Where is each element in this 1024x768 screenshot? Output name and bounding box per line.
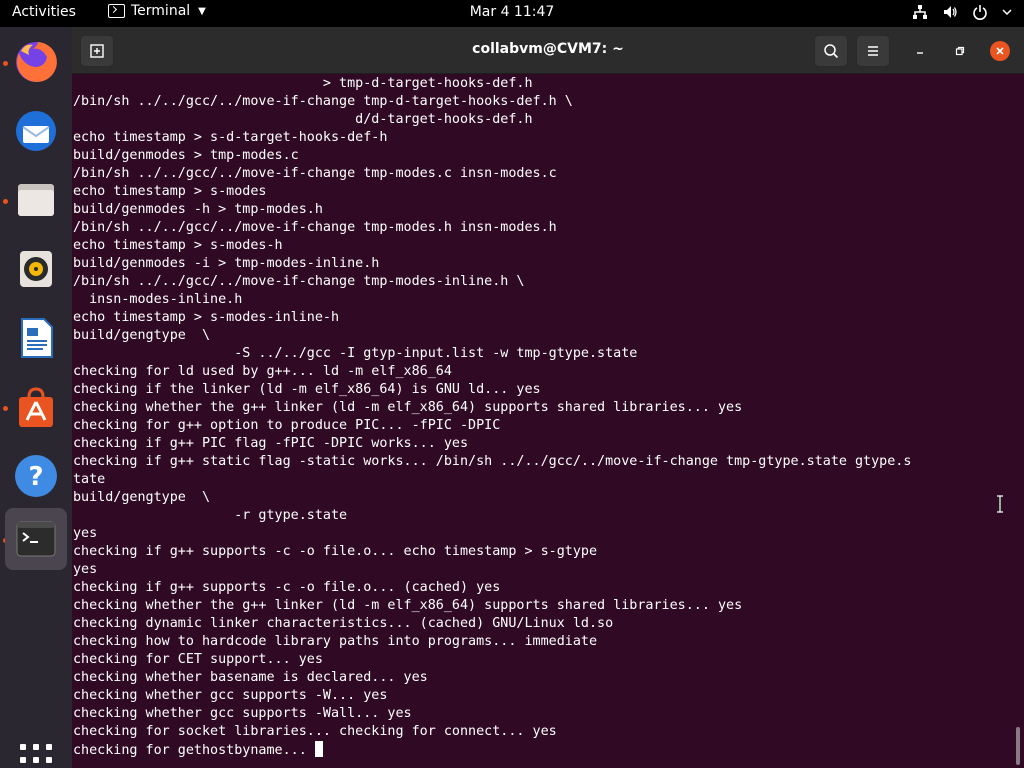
restore-icon	[955, 46, 965, 56]
terminal-line: checking for CET support... yes	[73, 652, 323, 667]
terminal-line: -r gtype.state	[73, 508, 348, 523]
libreoffice-writer-launcher[interactable]	[5, 307, 67, 369]
ubuntu-software-launcher[interactable]	[5, 376, 67, 438]
terminal-line: tate	[73, 472, 106, 487]
shopping-bag-icon	[19, 387, 53, 427]
volume-icon	[942, 4, 958, 20]
terminal-line: build/genmodes -i > tmp-modes-inline.h	[73, 256, 380, 271]
terminal-line: > tmp-d-target-hooks-def.h	[73, 76, 533, 91]
search-icon	[824, 44, 839, 59]
terminal-line: -S ../../gcc -I gtyp-input.list -w tmp-g…	[73, 346, 638, 361]
terminal-line: echo timestamp > s-modes	[73, 184, 267, 199]
caret-down-icon: ▼	[198, 5, 206, 17]
terminal-line: checking for g++ option to produce PIC..…	[73, 418, 501, 433]
help-icon: ?	[15, 455, 57, 497]
new-tab-icon	[90, 44, 104, 58]
activities-button[interactable]: Activities	[12, 4, 76, 20]
thunderbird-launcher[interactable]	[5, 100, 67, 162]
files-launcher[interactable]	[5, 169, 67, 231]
terminal-line: insn-modes-inline.h	[73, 292, 243, 307]
terminal-line: build/gengtype \	[73, 490, 211, 505]
terminal-line: checking whether basename is declared...…	[73, 670, 428, 685]
clock[interactable]: Mar 4 11:47	[470, 4, 555, 20]
terminal-line: checking how to hardcode library paths i…	[73, 634, 598, 649]
terminal-line: /bin/sh ../../gcc/../move-if-change tmp-…	[73, 220, 557, 235]
rhythmbox-launcher[interactable]	[5, 238, 67, 300]
terminal-launcher[interactable]	[5, 508, 67, 570]
terminal-line: checking whether gcc supports -Wall... y…	[73, 706, 412, 721]
title-bar[interactable]: collabvm@CVM7: ~	[72, 27, 1024, 74]
terminal-line: checking whether the g++ linker (ld -m e…	[73, 400, 743, 415]
terminal-line: echo timestamp > s-modes-h	[73, 238, 283, 253]
terminal-content[interactable]: > tmp-d-target-hooks-def.h/bin/sh ../../…	[72, 75, 1024, 768]
app-menu-label: Terminal	[131, 3, 191, 19]
terminal-line: checking whether gcc supports -W... yes	[73, 688, 388, 703]
help-launcher[interactable]: ?	[5, 445, 67, 507]
top-bar: Activities Terminal ▼ Mar 4 11:47	[0, 0, 1024, 27]
terminal-line: checking dynamic linker characteristics.…	[73, 616, 614, 631]
terminal-line: checking whether the g++ linker (ld -m e…	[73, 598, 743, 613]
terminal-line: echo timestamp > s-d-target-hooks-def-h	[73, 130, 388, 145]
maximize-button[interactable]	[950, 41, 970, 61]
close-icon	[996, 47, 1004, 55]
terminal-output: > tmp-d-target-hooks-def.h/bin/sh ../../…	[73, 75, 1024, 759]
terminal-line: checking for socket libraries... checkin…	[73, 724, 557, 739]
system-menu[interactable]	[912, 4, 1012, 20]
terminal-window: collabvm@CVM7: ~ > tmp-d-target-hooks-de…	[72, 27, 1024, 768]
prompt-line-text: checking for gethostbyname...	[73, 743, 315, 758]
terminal-line: checking if g++ static flag -static work…	[73, 454, 912, 469]
terminal-line: /bin/sh ../../gcc/../move-if-change tmp-…	[73, 274, 525, 289]
terminal-line: d/d-target-hooks-def.h	[73, 112, 533, 127]
firefox-launcher[interactable]	[5, 31, 67, 93]
terminal-icon	[16, 521, 56, 557]
terminal-line: checking if the linker (ld -m elf_x86_64…	[73, 382, 541, 397]
window-title: collabvm@CVM7: ~	[472, 41, 624, 57]
terminal-line: build/gengtype \	[73, 328, 211, 343]
folder-icon	[18, 184, 54, 216]
svg-text:?: ?	[28, 462, 43, 492]
terminal-line: checking if g++ supports -c -o file.o...…	[73, 544, 598, 559]
power-icon	[972, 4, 988, 20]
search-button[interactable]	[814, 35, 848, 67]
hamburger-menu-icon	[868, 46, 878, 56]
network-icon	[912, 4, 928, 20]
prompt-line: checking for gethostbyname...	[73, 741, 1024, 759]
scrollbar-thumb[interactable]	[1016, 727, 1020, 765]
firefox-icon	[16, 41, 57, 82]
terminal-line: /bin/sh ../../gcc/../move-if-change tmp-…	[73, 94, 573, 109]
speaker-icon	[20, 251, 52, 287]
terminal-line: /bin/sh ../../gcc/../move-if-change tmp-…	[73, 166, 557, 181]
terminal-line: build/genmodes > tmp-modes.c	[73, 148, 299, 163]
terminal-icon	[108, 4, 125, 18]
minimize-icon	[917, 52, 923, 54]
terminal-line: yes	[73, 562, 98, 577]
text-cursor	[314, 741, 323, 757]
terminal-line: build/genmodes -h > tmp-modes.h	[73, 202, 323, 217]
document-icon	[21, 318, 53, 358]
dock: ?	[0, 27, 72, 768]
thunderbird-icon	[16, 111, 56, 151]
show-applications-button[interactable]	[20, 744, 52, 768]
terminal-line: echo timestamp > s-modes-inline-h	[73, 310, 340, 325]
app-menu[interactable]: Terminal ▼	[108, 3, 206, 19]
terminal-line: checking for ld used by g++... ld -m elf…	[73, 364, 452, 379]
text-cursor-icon	[997, 495, 1003, 513]
terminal-line: checking if g++ PIC flag -fPIC -DPIC wor…	[73, 436, 469, 451]
terminal-line: yes	[73, 526, 98, 541]
chevron-down-icon	[1002, 7, 1012, 17]
terminal-line: checking if g++ supports -c -o file.o...…	[73, 580, 501, 595]
menu-button[interactable]	[856, 35, 890, 67]
close-button[interactable]	[990, 41, 1010, 61]
minimize-button[interactable]	[910, 41, 930, 61]
new-tab-button[interactable]	[80, 35, 114, 67]
